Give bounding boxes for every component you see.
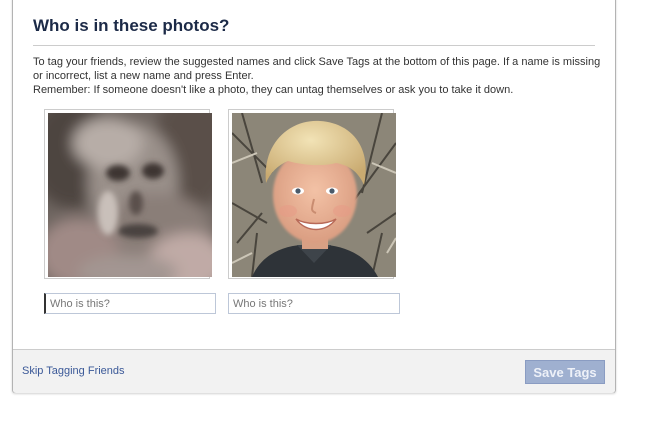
dialog-footer: Skip Tagging Friends Save Tags: [13, 349, 615, 393]
photo-thumbnail-1[interactable]: [44, 109, 212, 279]
intro-reminder: Remember: If someone doesn't like a phot…: [33, 84, 514, 96]
skip-tagging-link[interactable]: Skip Tagging Friends: [22, 365, 125, 377]
dialog-title: Who is in these photos?: [33, 16, 230, 35]
save-tags-button[interactable]: Save Tags: [525, 360, 605, 384]
intro-instructions: To tag your friends, review the suggeste…: [33, 56, 601, 82]
tag-name-input-1[interactable]: [44, 293, 216, 314]
tag-photos-dialog: Who is in these photos? To tag your frie…: [12, 0, 616, 393]
title-divider: [33, 45, 595, 46]
photo-thumbnail-2[interactable]: [228, 109, 396, 279]
tag-name-input-2[interactable]: [228, 293, 400, 314]
blurry-face-photo: [48, 113, 212, 277]
smiling-boy-photo: [232, 113, 396, 277]
intro-text: To tag your friends, review the suggeste…: [33, 55, 603, 97]
